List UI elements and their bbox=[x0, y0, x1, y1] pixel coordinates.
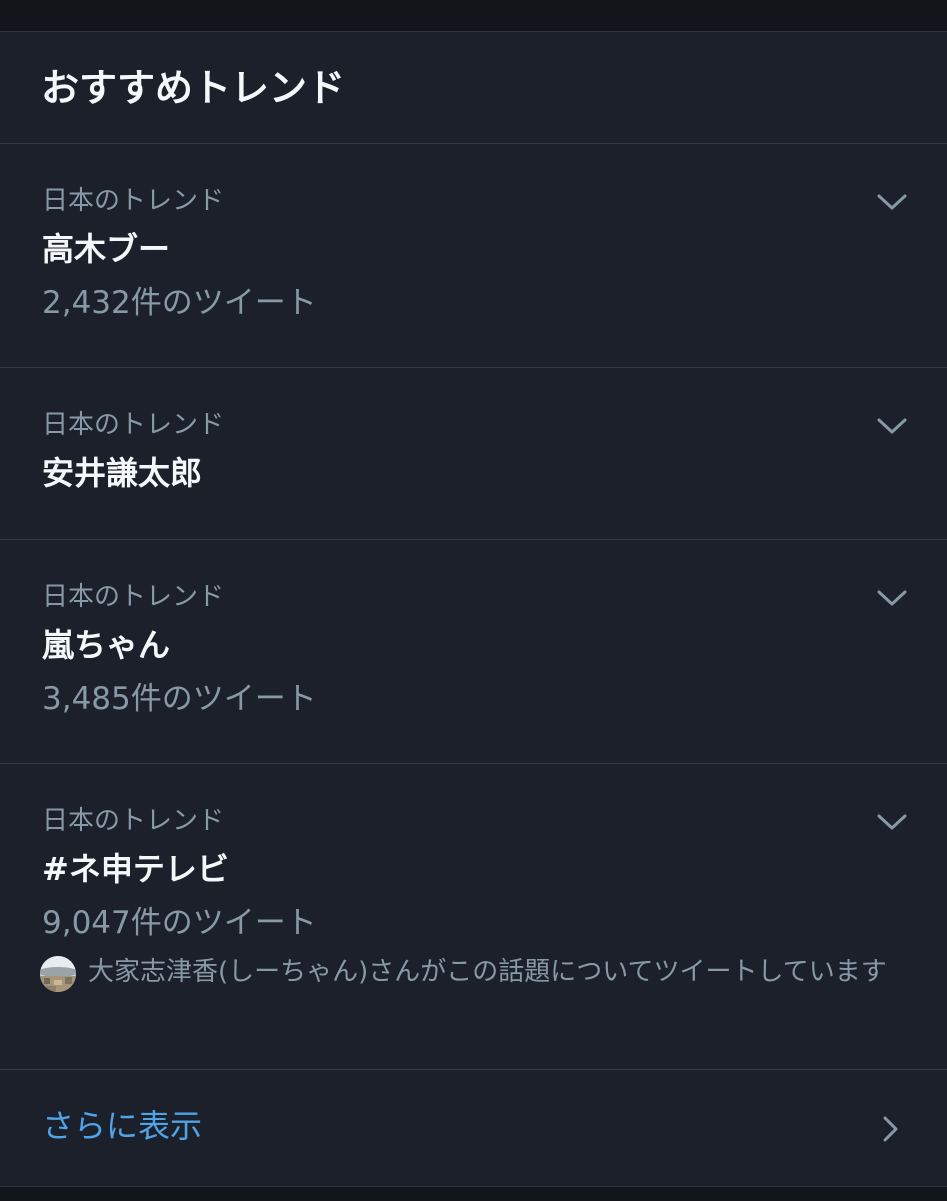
social-context-text: 大家志津香(しーちゃん)さんがこの話題についてツイートしています bbox=[88, 957, 887, 987]
chevron-down-icon[interactable] bbox=[875, 812, 909, 832]
trend-name: #ネ申テレビ bbox=[42, 850, 229, 888]
trend-name: 高木ブー bbox=[42, 230, 171, 268]
social-context: 大家志津香(しーちゃん)さんがこの話題についてツイートしています bbox=[40, 954, 910, 1034]
top-strip bbox=[0, 0, 947, 32]
trend-tweet-count: 2,432件のツイート bbox=[42, 285, 317, 321]
trend-item[interactable]: 日本のトレンド 安井謙太郎 bbox=[0, 368, 947, 540]
chevron-down-icon[interactable] bbox=[875, 588, 909, 608]
trend-item[interactable]: 日本のトレンド 高木ブー 2,432件のツイート bbox=[0, 144, 947, 368]
trend-name: 嵐ちゃん bbox=[42, 626, 171, 664]
show-more-label: さらに表示 bbox=[42, 1107, 203, 1145]
trend-context: 日本のトレンド bbox=[42, 186, 225, 216]
trend-item[interactable]: 日本のトレンド 嵐ちゃん 3,485件のツイート bbox=[0, 540, 947, 764]
show-more-link[interactable]: さらに表示 bbox=[0, 1070, 947, 1186]
trends-panel: おすすめトレンド 日本のトレンド 高木ブー 2,432件のツイート 日本のトレン… bbox=[0, 32, 947, 1186]
trend-context: 日本のトレンド bbox=[42, 410, 225, 440]
trend-context: 日本のトレンド bbox=[42, 806, 225, 836]
trend-item[interactable]: 日本のトレンド #ネ申テレビ 9,047件のツイート 大家志津香(しーちゃん)さ… bbox=[0, 764, 947, 1070]
user-avatar[interactable] bbox=[40, 956, 76, 992]
trend-tweet-count: 9,047件のツイート bbox=[42, 905, 317, 941]
panel-header: おすすめトレンド bbox=[0, 32, 947, 144]
bottom-strip bbox=[0, 1186, 947, 1201]
panel-title: おすすめトレンド bbox=[41, 66, 346, 110]
trend-context: 日本のトレンド bbox=[42, 582, 225, 612]
chevron-down-icon[interactable] bbox=[875, 416, 909, 436]
trend-name: 安井謙太郎 bbox=[42, 454, 203, 492]
trend-tweet-count: 3,485件のツイート bbox=[42, 681, 317, 717]
chevron-right-icon bbox=[880, 1114, 900, 1144]
chevron-down-icon[interactable] bbox=[875, 192, 909, 212]
